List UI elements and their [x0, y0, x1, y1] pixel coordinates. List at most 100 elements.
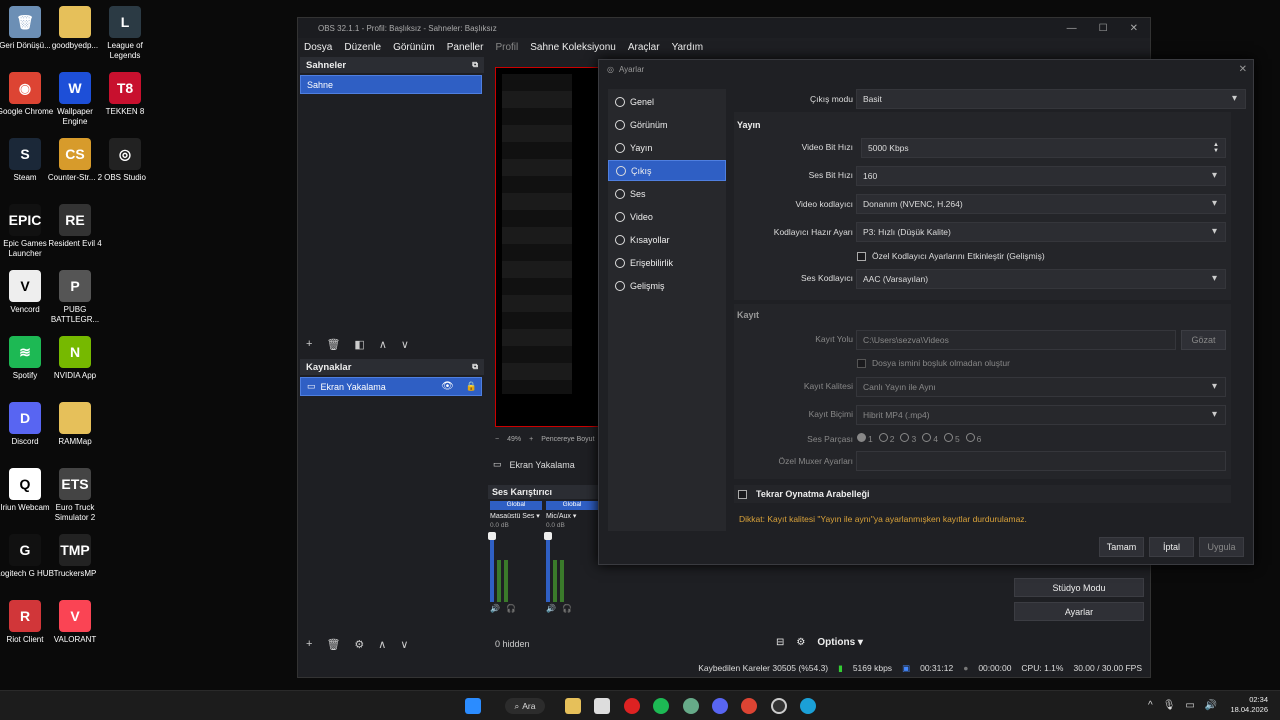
file-explorer-icon[interactable] [565, 698, 581, 714]
settings-button[interactable]: Ayarlar [1014, 602, 1144, 621]
menu-item[interactable]: Paneller [441, 42, 490, 53]
rec-format-select[interactable]: Hibrit MP4 (.mp4) [856, 405, 1226, 425]
add-source-icon[interactable]: + [306, 638, 312, 650]
menu-item[interactable]: Sahne Koleksiyonu [524, 42, 622, 53]
store-icon[interactable] [594, 698, 610, 714]
desktop-shortcut[interactable]: P PUBG BATTLEGR... [45, 270, 105, 325]
replay-buffer-section[interactable]: Tekrar Oynatma Arabelleği [734, 485, 1231, 503]
spotify-icon[interactable] [653, 698, 669, 714]
scene-item[interactable]: Sahne [300, 75, 482, 94]
chrome-icon[interactable] [741, 698, 757, 714]
move-down-icon[interactable]: ∨ [401, 338, 409, 351]
remove-scene-icon[interactable]: 🗑 [326, 338, 340, 351]
desktop-shortcut[interactable]: N NVIDIA App [45, 336, 105, 381]
undock-icon[interactable]: ⧉ [472, 362, 478, 372]
audio-track-radio[interactable]: 5 [943, 433, 960, 444]
visibility-eye-icon[interactable]: 👁 [441, 381, 454, 392]
menu-item[interactable]: Düzenle [338, 42, 387, 53]
move-up-icon[interactable]: ∧ [379, 338, 387, 351]
desktop-shortcut[interactable]: V VALORANT [45, 600, 105, 645]
layout-icon[interactable]: ⊟ [776, 637, 784, 648]
desktop-shortcut[interactable]: T8 TEKKEN 8 [95, 72, 155, 117]
audio-bitrate-select[interactable]: 160 [856, 166, 1226, 186]
menu-item[interactable]: Yardım [666, 42, 710, 53]
zoom-in-icon[interactable]: + [529, 436, 533, 443]
source-item[interactable]: ▭ Ekran Yakalama 👁 🔒 [300, 377, 482, 396]
gear-icon[interactable]: ⚙ [796, 637, 805, 648]
rec-path-input[interactable]: C:\Users\sezva\Videos [856, 330, 1176, 350]
spin-arrows-icon[interactable]: ▲ ▼ [1213, 142, 1219, 154]
headphones-icon[interactable]: 🎧 [506, 604, 516, 613]
filter-icon[interactable]: ◧ [354, 338, 364, 351]
undock-icon[interactable]: ⧉ [472, 60, 478, 70]
volume-slider[interactable] [544, 532, 552, 602]
menu-item[interactable]: Görünüm [387, 42, 441, 53]
video-encoder-select[interactable]: Donanım (NVENC, H.264) [856, 194, 1226, 214]
headphones-icon[interactable]: 🎧 [562, 604, 572, 613]
preview-canvas[interactable] [495, 67, 599, 427]
apply-button[interactable]: Uygula [1199, 537, 1244, 557]
discord-icon[interactable] [712, 698, 728, 714]
audio-track-radio[interactable]: 1 [857, 433, 873, 444]
menu-item[interactable]: Dosya [298, 42, 338, 53]
speaker-icon[interactable]: 🔊 [546, 604, 556, 613]
close-icon[interactable]: ✕ [1130, 23, 1138, 34]
desktop-shortcut[interactable]: L League of Legends [95, 6, 155, 61]
speaker-icon[interactable]: 🔊 [490, 604, 500, 613]
audio-track-radio[interactable]: 6 [965, 433, 981, 444]
desktop-shortcut[interactable]: ◎ OBS Studio [95, 138, 155, 183]
audio-track-radio[interactable]: 2 [878, 433, 894, 444]
settings-nav-item[interactable]: Erişebilirlik [608, 252, 726, 273]
lock-icon[interactable]: 🔒 [466, 381, 477, 392]
settings-nav-item[interactable]: Video [608, 206, 726, 227]
volume-slider[interactable] [488, 532, 496, 602]
audio-track-radio[interactable]: 3 [900, 433, 916, 444]
minimize-icon[interactable]: — [1067, 23, 1077, 34]
studio-mode-button[interactable]: Stüdyo Modu [1014, 578, 1144, 597]
mic-icon[interactable]: 🎙 [1163, 700, 1176, 711]
maximize-icon[interactable]: ☐ [1099, 23, 1108, 34]
move-down-icon[interactable]: ∨ [400, 638, 408, 651]
channel-name[interactable]: Masaüstü Ses ▾ [490, 512, 542, 520]
checkbox-icon[interactable] [738, 489, 747, 499]
ok-button[interactable]: Tamam [1099, 537, 1144, 557]
app-icon[interactable] [683, 698, 699, 714]
settings-nav-item[interactable]: Görünüm [608, 114, 726, 135]
display-icon[interactable]: ▭ [1185, 700, 1194, 711]
desktop-shortcut[interactable]: TMP TruckersMP [45, 534, 105, 579]
checkbox-icon[interactable] [857, 251, 866, 261]
search-button[interactable]: ⌕ Ara [505, 698, 545, 714]
menu-item[interactable]: Araçlar [622, 42, 666, 53]
close-icon[interactable]: ✕ [1239, 64, 1247, 75]
desktop-shortcut[interactable]: ETS Euro Truck Simulator 2 [45, 468, 105, 523]
fit-to-window[interactable]: Pencereye Boyut [541, 436, 594, 443]
zoom-out-icon[interactable]: − [495, 436, 499, 443]
remove-source-icon[interactable]: 🗑 [326, 638, 340, 651]
volume-icon[interactable]: 🔊 [1205, 700, 1217, 711]
custom-encoder-checkbox[interactable]: Özel Kodlayıcı Ayarlarını Etkinleştir (G… [857, 251, 1045, 261]
preset-select[interactable]: P3: Hızlı (Düşük Kalite) [856, 222, 1226, 242]
channel-name[interactable]: Mic/Aux ▾ [546, 512, 598, 520]
audio-encoder-select[interactable]: AAC (Varsayılan) [856, 269, 1226, 289]
muxer-input[interactable] [856, 451, 1226, 471]
chevron-up-icon[interactable]: ^ [1148, 700, 1153, 711]
obs-icon[interactable] [771, 698, 787, 714]
windows-start-icon[interactable] [465, 698, 481, 714]
add-scene-icon[interactable]: + [306, 338, 312, 350]
output-mode-select[interactable]: Basit [856, 89, 1246, 109]
dock-options-button[interactable]: Options ▾ [817, 637, 863, 648]
checkbox-icon[interactable] [857, 358, 866, 368]
app-icon[interactable] [624, 698, 640, 714]
desktop-shortcut[interactable]: RE Resident Evil 4 [45, 204, 105, 249]
video-bitrate-spinbox[interactable]: 5000 Kbps ▲ ▼ [861, 138, 1226, 158]
audio-track-radio[interactable]: 4 [922, 433, 938, 444]
cancel-button[interactable]: İptal [1149, 537, 1194, 557]
menu-item[interactable]: Profil [489, 42, 524, 53]
browse-button[interactable]: Gözat [1181, 330, 1226, 350]
desktop-shortcut[interactable]: RAMMap [45, 402, 105, 447]
edge-icon[interactable] [800, 698, 816, 714]
clock[interactable]: 02:34 18.04.2026 [1218, 695, 1268, 715]
no-space-checkbox[interactable]: Dosya ismini boşluk olmadan oluştur [857, 358, 1010, 368]
rec-quality-select[interactable]: Canlı Yayın ile Aynı [856, 377, 1226, 397]
move-up-icon[interactable]: ∧ [378, 638, 386, 651]
